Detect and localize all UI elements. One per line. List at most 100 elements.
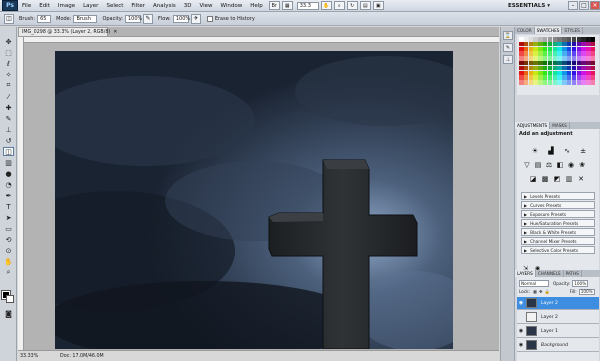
- layer-row[interactable]: ◉ Background: [517, 339, 599, 352]
- exposure-icon[interactable]: ±: [579, 147, 587, 155]
- tab-channels[interactable]: CHANNELS: [536, 270, 564, 277]
- gradient-tool-icon[interactable]: ▥: [3, 158, 14, 167]
- menu-layer[interactable]: Layer: [79, 3, 102, 9]
- levels-icon[interactable]: ▟: [547, 147, 555, 155]
- brush-tool-icon[interactable]: ✎: [3, 114, 14, 123]
- blur-tool-icon[interactable]: ●: [3, 169, 14, 178]
- path-select-tool-icon[interactable]: ➤: [3, 213, 14, 222]
- menu-edit[interactable]: Edit: [35, 3, 54, 9]
- 3d-rotate-tool-icon[interactable]: ⟲: [3, 235, 14, 244]
- gradient-map-icon[interactable]: ▥: [565, 175, 573, 183]
- blend-mode-select[interactable]: Normal: [519, 279, 549, 287]
- black-white-icon[interactable]: ◧: [556, 161, 564, 169]
- background-color-swatch[interactable]: [6, 295, 14, 303]
- marquee-tool-icon[interactable]: ⬚: [3, 48, 14, 57]
- hand-tool-icon-2[interactable]: ✋: [3, 257, 14, 266]
- menu-help[interactable]: Help: [246, 3, 267, 9]
- lasso-tool-icon[interactable]: ℓ: [3, 59, 14, 68]
- mode-select[interactable]: Brush: [73, 14, 98, 23]
- preset-channel-mixer[interactable]: ▶ Channel Mixer Presets: [521, 237, 595, 245]
- brightness-contrast-icon[interactable]: ☀: [531, 147, 539, 155]
- layer-row[interactable]: ◉ Layer 2: [517, 297, 599, 310]
- clone-source-panel-icon[interactable]: ⊥: [503, 55, 513, 64]
- shape-tool-icon[interactable]: ▭: [3, 224, 14, 233]
- zoom-tool-icon-2[interactable]: ⌕: [3, 268, 14, 277]
- erase-history-checkbox[interactable]: [206, 15, 213, 22]
- type-tool-icon[interactable]: T: [3, 202, 14, 211]
- preset-hue-saturation[interactable]: ▶ Hue/Saturation Presets: [521, 219, 595, 227]
- visibility-eye-icon[interactable]: ◉: [518, 328, 524, 334]
- quick-mask-icon[interactable]: ◙: [3, 309, 14, 318]
- tab-adjustments[interactable]: ADJUSTMENTS: [515, 122, 551, 129]
- lock-pixels-icon[interactable]: ▦: [533, 289, 537, 294]
- healing-tool-icon[interactable]: ✚: [3, 103, 14, 112]
- eraser-tool-icon[interactable]: ◫: [3, 147, 14, 156]
- arrange-documents-icon[interactable]: ▤: [359, 1, 371, 10]
- photo-filter-icon[interactable]: ◉: [567, 161, 575, 169]
- color-balance-icon[interactable]: ⚖: [545, 161, 553, 169]
- clone-stamp-tool-icon[interactable]: ⊥: [3, 125, 14, 134]
- move-tool-icon[interactable]: ✥: [3, 37, 14, 46]
- menu-analysis[interactable]: Analysis: [149, 3, 180, 9]
- tab-layers[interactable]: LAYERS: [515, 270, 536, 277]
- preset-selective-color[interactable]: ▶ Selective Color Presets: [521, 246, 595, 254]
- airbrush-icon[interactable]: ✈: [190, 13, 201, 24]
- close-button[interactable]: ✕: [590, 1, 600, 10]
- hand-tool-icon[interactable]: ✋: [320, 1, 332, 10]
- bridge-button[interactable]: Br: [268, 1, 280, 10]
- curves-icon[interactable]: ∿: [563, 147, 571, 155]
- rotate-view-icon[interactable]: ↻: [346, 1, 358, 10]
- history-panel-icon[interactable]: ⌛: [503, 31, 513, 40]
- zoom-tool-icon[interactable]: ⌕: [333, 1, 345, 10]
- eyedropper-tool-icon[interactable]: ⁄: [3, 92, 14, 101]
- tablet-pressure-icon[interactable]: ✎: [143, 13, 153, 24]
- visibility-eye-icon[interactable]: [518, 314, 524, 320]
- 3d-camera-tool-icon[interactable]: ⊙: [3, 246, 14, 255]
- image-canvas[interactable]: [55, 51, 453, 349]
- tab-masks[interactable]: MASKS: [550, 122, 570, 129]
- preset-curves[interactable]: ▶ Curves Presets: [521, 201, 595, 209]
- tab-paths[interactable]: PATHS: [564, 270, 582, 277]
- workspace-switcher[interactable]: ESSENTIALS ▾: [508, 1, 566, 11]
- layer-opacity-input[interactable]: 100%: [572, 279, 589, 287]
- tab-swatches[interactable]: SWATCHES: [534, 27, 563, 34]
- menu-view[interactable]: View: [195, 3, 216, 9]
- hue-saturation-icon[interactable]: ▤: [534, 161, 542, 169]
- preset-levels[interactable]: ▶ Levels Presets: [521, 192, 595, 200]
- menu-window[interactable]: Window: [217, 3, 247, 9]
- quick-select-tool-icon[interactable]: ✧: [3, 70, 14, 79]
- layer-row[interactable]: ◉ Layer 1: [517, 325, 599, 338]
- pen-tool-icon[interactable]: ✒: [3, 191, 14, 200]
- brush-picker[interactable]: 65: [37, 14, 52, 23]
- minimize-button[interactable]: –: [568, 1, 578, 10]
- preset-black-white[interactable]: ▶ Black & White Presets: [521, 228, 595, 236]
- history-brush-tool-icon[interactable]: ↺: [3, 136, 14, 145]
- layer-row[interactable]: Layer 2: [517, 311, 599, 324]
- document-tab[interactable]: IMG_0298 @ 33.3% (Layer 2, RGB/8) ✕: [18, 27, 117, 36]
- visibility-eye-icon[interactable]: ◉: [518, 342, 524, 348]
- channel-mixer-icon[interactable]: ❀: [578, 161, 586, 169]
- invert-icon[interactable]: ◪: [529, 175, 537, 183]
- brushes-panel-icon[interactable]: ✎: [503, 43, 513, 52]
- menu-file[interactable]: File: [18, 3, 35, 9]
- fill-input[interactable]: 100%: [578, 288, 595, 295]
- mini-bridge-button[interactable]: ▦: [281, 1, 293, 10]
- close-tab-icon[interactable]: ✕: [113, 29, 117, 35]
- dodge-tool-icon[interactable]: ◔: [3, 180, 14, 189]
- menu-image[interactable]: Image: [54, 3, 79, 9]
- lock-all-icon[interactable]: 🔒: [544, 289, 549, 295]
- vibrance-icon[interactable]: ▽: [523, 161, 531, 169]
- crop-tool-icon[interactable]: ⌗: [3, 81, 14, 90]
- tab-styles[interactable]: STYLES: [562, 27, 583, 34]
- maximize-button[interactable]: □: [579, 1, 589, 10]
- selective-color-icon[interactable]: ✕: [577, 175, 585, 183]
- menu-select[interactable]: Select: [102, 3, 127, 9]
- eraser-tool-preset-icon[interactable]: ◫: [4, 13, 14, 24]
- zoom-level-select[interactable]: 33.3: [296, 1, 319, 10]
- lock-position-icon[interactable]: ✥: [539, 289, 543, 294]
- posterize-icon[interactable]: ▩: [541, 175, 549, 183]
- screen-mode-icon[interactable]: ▣: [372, 1, 384, 10]
- opacity-input[interactable]: 100%: [125, 14, 142, 23]
- menu-3d[interactable]: 3D: [180, 3, 196, 9]
- swatch-grid[interactable]: [519, 37, 597, 85]
